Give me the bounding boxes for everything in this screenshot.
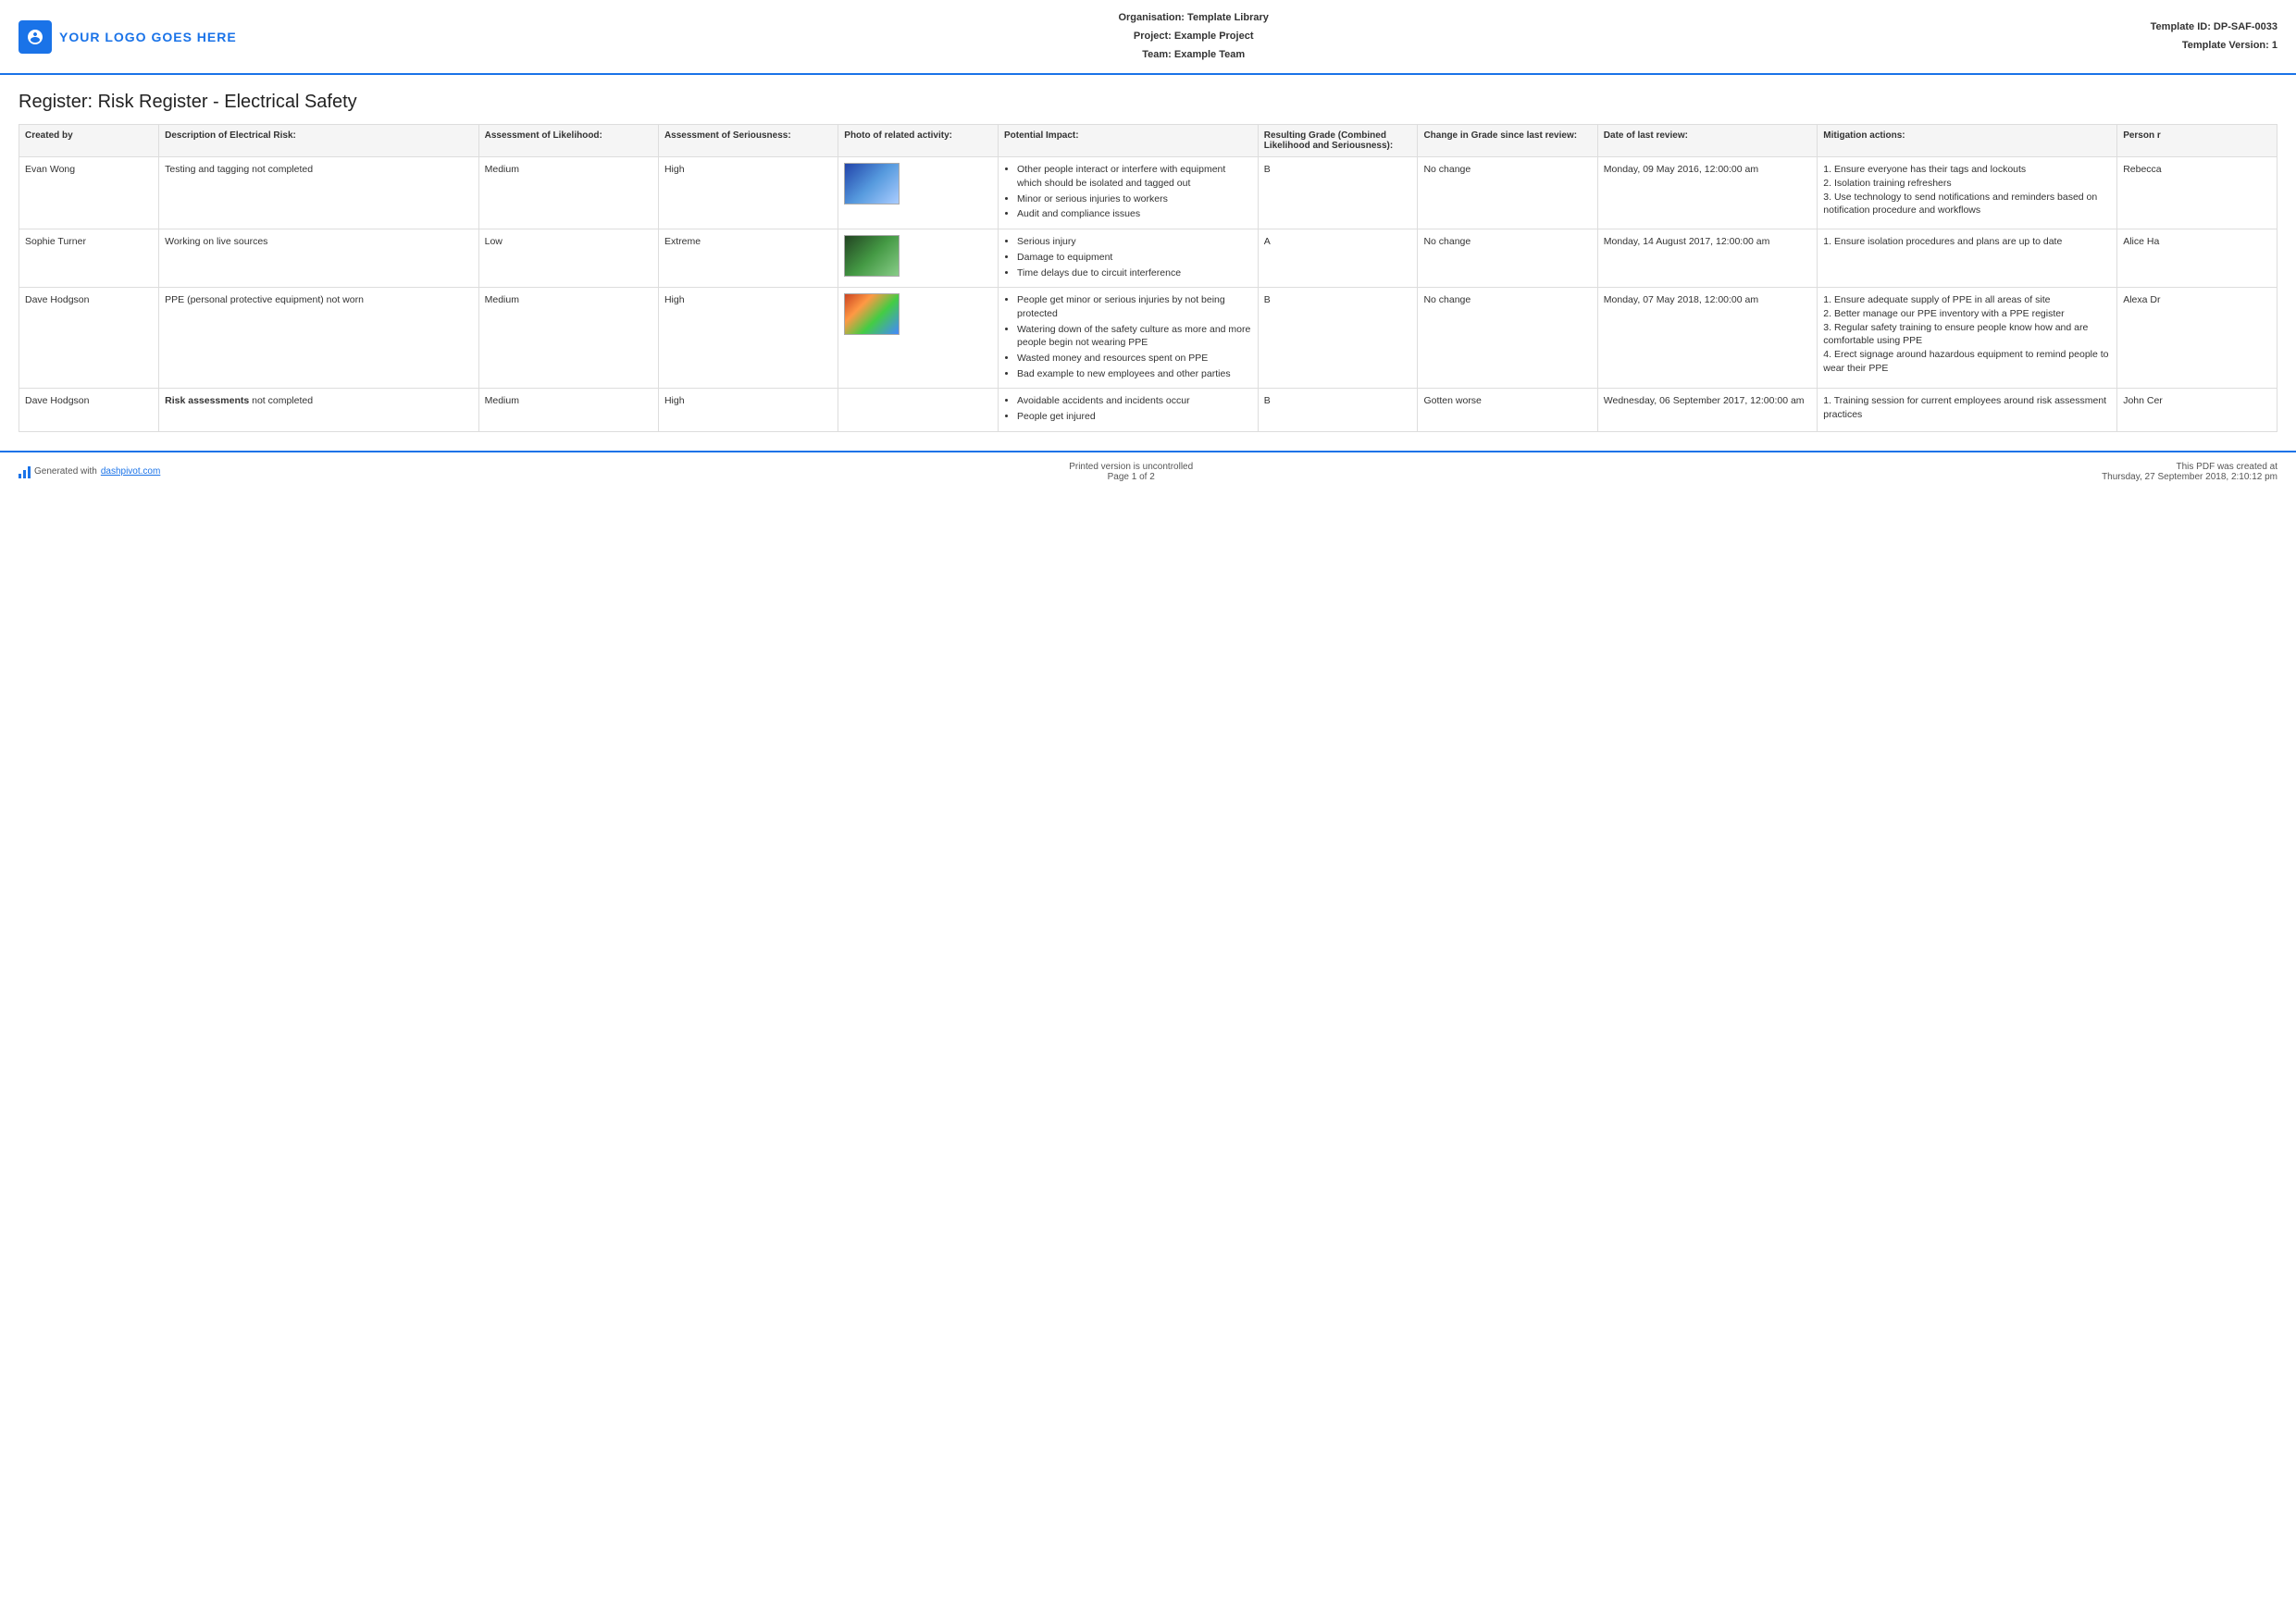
generated-text: Generated with	[34, 466, 97, 477]
cell-mitigation: 1. Ensure adequate supply of PPE in all …	[1818, 288, 2117, 389]
cell-change: No change	[1418, 229, 1597, 288]
logo-text: YOUR LOGO GOES HERE	[59, 30, 237, 44]
risk-register-table-container: Created by Description of Electrical Ris…	[0, 124, 2296, 450]
col-header-seriousness: Assessment of Seriousness:	[658, 125, 838, 157]
cell-description: Testing and tagging not completed	[159, 157, 478, 229]
col-header-date: Date of last review:	[1597, 125, 1818, 157]
col-header-person: Person r	[2117, 125, 2277, 157]
risk-register-table: Created by Description of Electrical Ris…	[19, 124, 2277, 431]
cell-person: Alice Ha	[2117, 229, 2277, 288]
table-row: Dave HodgsonPPE (personal protective equ…	[19, 288, 2277, 389]
template-version-value: 1	[2272, 40, 2277, 51]
team-label: Team:	[1142, 49, 1172, 60]
header-right: Template ID: DP-SAF-0033 Template Versio…	[2151, 19, 2277, 56]
cell-date: Monday, 07 May 2018, 12:00:00 am	[1597, 288, 1818, 389]
team-value: Example Team	[1174, 49, 1245, 60]
header-meta: Organisation: Template Library Project: …	[237, 9, 2151, 64]
template-id-value: DP-SAF-0033	[2214, 21, 2277, 32]
cell-photo	[838, 229, 999, 288]
cell-mitigation: 1. Ensure everyone has their tags and lo…	[1818, 157, 2117, 229]
cell-seriousness: High	[658, 389, 838, 431]
cell-change: Gotten worse	[1418, 389, 1597, 431]
table-row: Dave HodgsonRisk assessments not complet…	[19, 389, 2277, 431]
cell-likelihood: Medium	[478, 157, 658, 229]
cell-person: Alexa Dr	[2117, 288, 2277, 389]
cell-seriousness: Extreme	[658, 229, 838, 288]
cell-seriousness: High	[658, 157, 838, 229]
logo-area: YOUR LOGO GOES HERE	[19, 20, 237, 54]
col-header-likelihood: Assessment of Likelihood:	[478, 125, 658, 157]
cell-date: Monday, 09 May 2016, 12:00:00 am	[1597, 157, 1818, 229]
cell-grade: A	[1258, 229, 1418, 288]
dashpivot-link[interactable]: dashpivot.com	[101, 466, 160, 477]
cell-likelihood: Medium	[478, 389, 658, 431]
cell-created-by: Dave Hodgson	[19, 288, 159, 389]
footer-print: Printed version is uncontrolled Page 1 o…	[1069, 462, 1193, 482]
cell-change: No change	[1418, 288, 1597, 389]
cell-likelihood: Medium	[478, 288, 658, 389]
cell-impact: Serious injuryDamage to equipmentTime de…	[999, 229, 1259, 288]
template-version-label: Template Version:	[2182, 40, 2269, 51]
cell-created-by: Evan Wong	[19, 157, 159, 229]
cell-person: Rebecca	[2117, 157, 2277, 229]
col-header-created: Created by	[19, 125, 159, 157]
cell-description: Working on live sources	[159, 229, 478, 288]
col-header-grade: Resulting Grade (Combined Likelihood and…	[1258, 125, 1418, 157]
table-header-row: Created by Description of Electrical Ris…	[19, 125, 2277, 157]
cell-impact: Other people interact or interfere with …	[999, 157, 1259, 229]
cell-date: Wednesday, 06 September 2017, 12:00:00 a…	[1597, 389, 1818, 431]
table-row: Evan WongTesting and tagging not complet…	[19, 157, 2277, 229]
cell-created-by: Sophie Turner	[19, 229, 159, 288]
project-label: Project:	[1134, 31, 1172, 42]
cell-impact: People get minor or serious injuries by …	[999, 288, 1259, 389]
cell-created-by: Dave Hodgson	[19, 389, 159, 431]
cell-photo	[838, 288, 999, 389]
col-header-photo: Photo of related activity:	[838, 125, 999, 157]
cell-likelihood: Low	[478, 229, 658, 288]
cell-impact: Avoidable accidents and incidents occurP…	[999, 389, 1259, 431]
col-header-impact: Potential Impact:	[999, 125, 1259, 157]
org-label: Organisation:	[1118, 12, 1185, 23]
org-value: Template Library	[1187, 12, 1269, 23]
cell-person: John Cer	[2117, 389, 2277, 431]
logo-icon	[19, 20, 52, 54]
cell-grade: B	[1258, 288, 1418, 389]
cell-grade: B	[1258, 389, 1418, 431]
template-id-label: Template ID:	[2151, 21, 2211, 32]
cell-grade: B	[1258, 157, 1418, 229]
cell-mitigation: 1. Training session for current employee…	[1818, 389, 2117, 431]
page-footer: Generated with dashpivot.com Printed ver…	[0, 451, 2296, 491]
col-header-desc: Description of Electrical Risk:	[159, 125, 478, 157]
page-header: YOUR LOGO GOES HERE Organisation: Templa…	[0, 0, 2296, 75]
cell-description: PPE (personal protective equipment) not …	[159, 288, 478, 389]
cell-change: No change	[1418, 157, 1597, 229]
dashpivot-icon	[19, 465, 31, 478]
cell-mitigation: 1. Ensure isolation procedures and plans…	[1818, 229, 2117, 288]
page-title: Register: Risk Register - Electrical Saf…	[0, 75, 2296, 124]
project-value: Example Project	[1174, 31, 1254, 42]
footer-pdf: This PDF was created at Thursday, 27 Sep…	[2102, 462, 2277, 482]
cell-photo	[838, 157, 999, 229]
cell-seriousness: High	[658, 288, 838, 389]
cell-date: Monday, 14 August 2017, 12:00:00 am	[1597, 229, 1818, 288]
table-row: Sophie TurnerWorking on live sourcesLowE…	[19, 229, 2277, 288]
cell-description: Risk assessments not completed	[159, 389, 478, 431]
cell-photo	[838, 389, 999, 431]
col-header-change: Change in Grade since last review:	[1418, 125, 1597, 157]
footer-left: Generated with dashpivot.com	[19, 465, 160, 478]
col-header-mitigation: Mitigation actions:	[1818, 125, 2117, 157]
